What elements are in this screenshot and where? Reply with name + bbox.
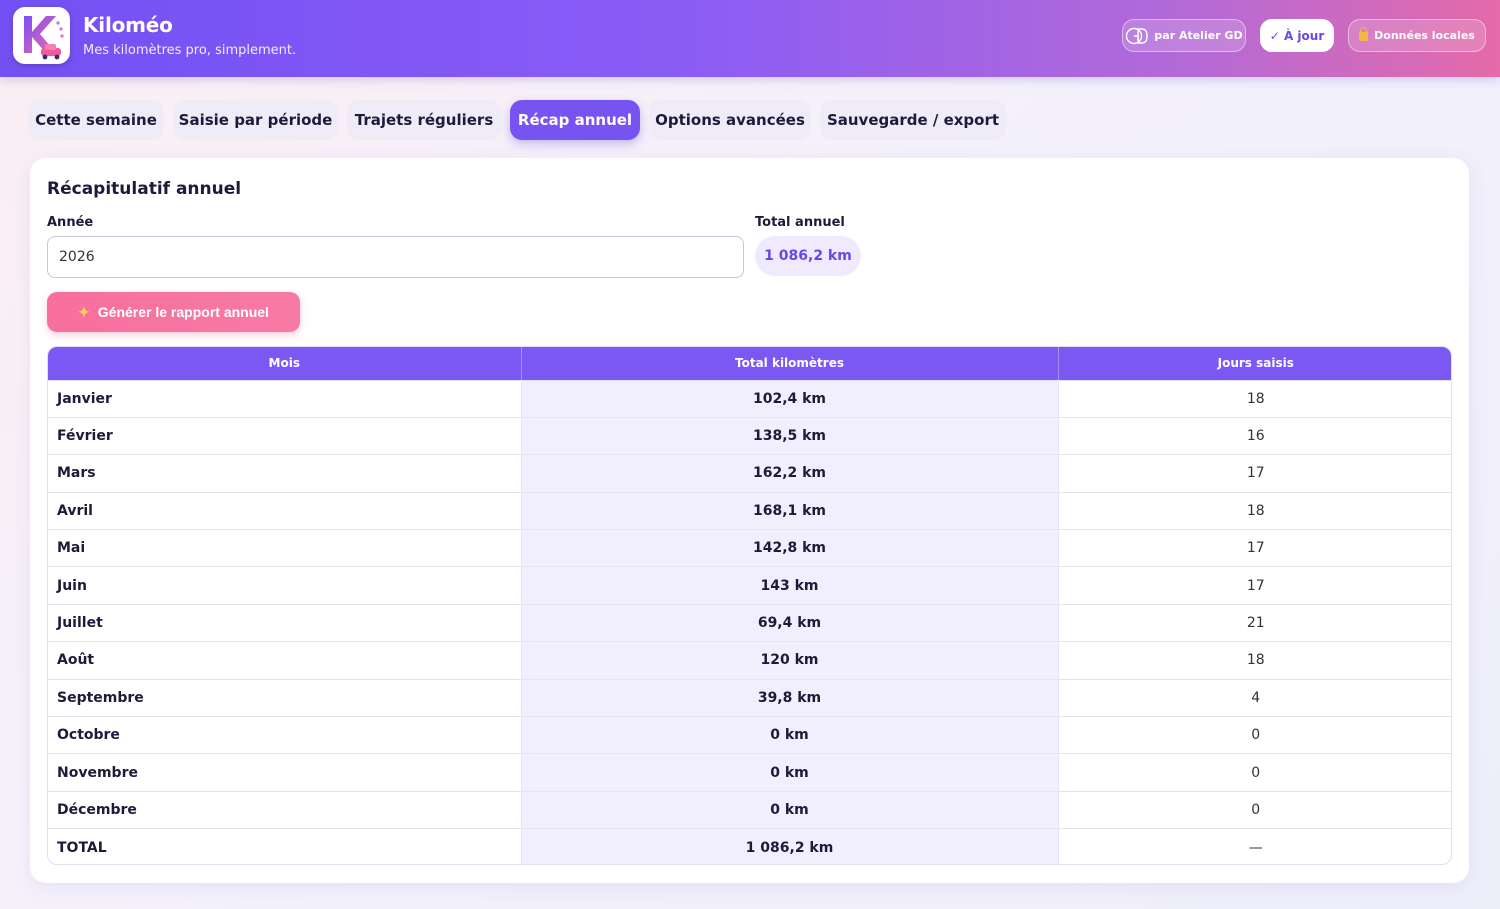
km-cell: 138,5 km <box>521 416 1059 455</box>
total-value-badge: 1 086,2 km <box>755 236 861 276</box>
status-badge: ✓ À jour <box>1260 19 1334 52</box>
month-cell: Avril <box>48 491 522 530</box>
km-cell: 0 km <box>521 716 1059 754</box>
month-cell: Mai <box>48 529 522 567</box>
generate-report-label: Générer le rapport annuel <box>97 304 269 320</box>
table-row: Juin 143 km 17 <box>48 566 1451 605</box>
month-cell: Août <box>48 641 522 680</box>
table-row: Décembre 0 km 0 <box>48 790 1451 829</box>
days-cell: 0 <box>1058 716 1451 754</box>
month-cell: Décembre <box>48 790 522 829</box>
tab-cette-semaine[interactable]: Cette semaine <box>28 100 164 140</box>
month-cell: Juillet <box>48 603 522 642</box>
kilomeo-logo-icon <box>13 7 70 64</box>
table-row: Septembre 39,8 km 4 <box>48 678 1451 717</box>
month-cell: Octobre <box>48 716 522 754</box>
atelier-badge-label: par Atelier GD <box>1154 29 1243 42</box>
app-title: Kiloméo <box>83 13 173 37</box>
days-cell: 18 <box>1058 379 1451 418</box>
days-cell: 17 <box>1058 454 1451 493</box>
atelier-badge[interactable]: par Atelier GD <box>1122 19 1246 52</box>
month-cell: TOTAL <box>48 828 522 864</box>
total-label: Total annuel <box>755 215 845 230</box>
days-cell: 4 <box>1058 678 1451 717</box>
app-subtitle: Mes kilomètres pro, simplement. <box>83 43 297 58</box>
app-header: Kiloméo Mes kilomètres pro, simplement. … <box>0 0 1500 77</box>
month-cell: Janvier <box>48 379 522 418</box>
km-cell: 39,8 km <box>521 678 1059 717</box>
days-cell: 17 <box>1058 566 1451 605</box>
local-data-label: Données locales <box>1374 29 1475 42</box>
month-cell: Février <box>48 416 522 455</box>
km-cell: 143 km <box>521 566 1059 605</box>
table-row: Mai 142,8 km 17 <box>48 529 1451 567</box>
generate-report-button[interactable]: ✦ Générer le rapport annuel <box>47 292 300 332</box>
table-row: Avril 168,1 km 18 <box>48 491 1451 530</box>
table-total-row: TOTAL 1 086,2 km — <box>48 828 1451 864</box>
km-cell: 162,2 km <box>521 454 1059 493</box>
table-row: Mars 162,2 km 17 <box>48 454 1451 493</box>
days-cell: 16 <box>1058 416 1451 455</box>
tab-trajets-reguliers[interactable]: Trajets réguliers <box>347 100 501 140</box>
month-cell: Mars <box>48 454 522 493</box>
year-label: Année <box>47 215 94 230</box>
month-cell: Septembre <box>48 678 522 717</box>
tab-sauvegarde-export[interactable]: Sauvegarde / export <box>820 100 1006 140</box>
column-header-jours: Jours saisis <box>1058 347 1451 380</box>
atelier-gd-logo-icon <box>1126 27 1149 44</box>
table-row: Novembre 0 km 0 <box>48 753 1451 792</box>
km-cell: 69,4 km <box>521 603 1059 642</box>
lock-icon <box>1359 27 1369 41</box>
sparkle-icon: ✦ <box>78 303 90 320</box>
recap-title: Récapitulatif annuel <box>47 179 242 199</box>
days-cell: 21 <box>1058 603 1451 642</box>
tab-options-avancees[interactable]: Options avancées <box>649 100 811 140</box>
month-cell: Juin <box>48 566 522 605</box>
tab-recap-annuel[interactable]: Récap annuel <box>510 100 640 140</box>
days-cell: 0 <box>1058 790 1451 829</box>
table-row: Août 120 km 18 <box>48 641 1451 680</box>
column-header-mois: Mois <box>48 347 522 380</box>
table-row: Janvier 102,4 km 18 <box>48 379 1451 418</box>
km-cell: 102,4 km <box>521 379 1059 418</box>
local-data-badge: Données locales <box>1348 19 1486 52</box>
table-row: Juillet 69,4 km 21 <box>48 603 1451 642</box>
km-cell: 0 km <box>521 790 1059 829</box>
month-cell: Novembre <box>48 753 522 792</box>
km-cell: 168,1 km <box>521 491 1059 530</box>
year-input[interactable] <box>47 236 744 278</box>
km-cell: 1 086,2 km <box>521 828 1059 864</box>
recap-table: Mois Total kilomètres Jours saisis Janvi… <box>47 346 1452 865</box>
days-cell: 18 <box>1058 641 1451 680</box>
days-cell: 17 <box>1058 529 1451 567</box>
tab-saisie-periode[interactable]: Saisie par période <box>173 100 338 140</box>
table-row: Octobre 0 km 0 <box>48 716 1451 754</box>
km-cell: 142,8 km <box>521 529 1059 567</box>
table-header-row: Mois Total kilomètres Jours saisis <box>48 347 1451 380</box>
recap-card: Récapitulatif annuel Année Total annuel … <box>30 158 1469 883</box>
column-header-total-km: Total kilomètres <box>521 347 1059 380</box>
km-cell: 0 km <box>521 753 1059 792</box>
days-cell: 18 <box>1058 491 1451 530</box>
km-cell: 120 km <box>521 641 1059 680</box>
days-cell: 0 <box>1058 753 1451 792</box>
days-cell: — <box>1058 828 1451 864</box>
table-row: Février 138,5 km 16 <box>48 416 1451 455</box>
